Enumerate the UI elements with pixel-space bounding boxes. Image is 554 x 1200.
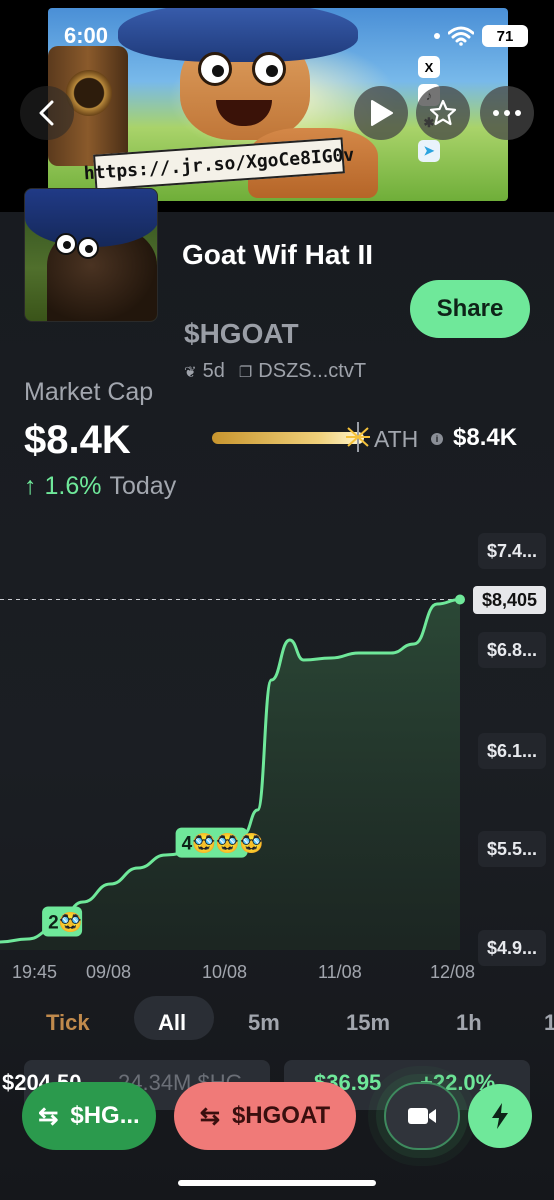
more-dots-icon	[493, 110, 521, 116]
x-tick-label: 11/08	[318, 962, 362, 982]
home-indicator	[178, 1180, 376, 1186]
interval-1h[interactable]: 1h	[456, 1010, 482, 1036]
back-button[interactable]	[20, 86, 74, 140]
market-cap-change: ↑ 1.6% Today	[24, 472, 176, 501]
signal-icon	[434, 33, 440, 39]
sell-label: $HGOAT	[231, 1102, 331, 1129]
y-tick-label: $4.9...	[477, 930, 546, 966]
x-icon: X	[418, 56, 440, 78]
banner-goat-eye-left	[198, 52, 232, 86]
current-price-label: $8,405	[472, 586, 546, 614]
x-tick-label: 09/08	[86, 962, 132, 982]
y-tick-label: $7.4...	[477, 533, 546, 569]
token-avatar	[24, 188, 158, 322]
change-value: 1.6%	[44, 472, 102, 500]
chart-trade-marker[interactable]: 2🥸	[42, 906, 82, 937]
token-address[interactable]: DSZS...ctvT	[258, 360, 366, 383]
x-tick-label: 12/08	[430, 962, 476, 982]
play-button[interactable]	[354, 86, 408, 140]
ath-progress-bar	[212, 432, 364, 444]
swap-icon: ⇆	[199, 1102, 220, 1130]
status-right-group: 71	[434, 22, 528, 50]
favorite-button[interactable]	[416, 86, 470, 140]
info-icon[interactable]: i	[431, 433, 443, 445]
buy-label: $HG...	[70, 1102, 140, 1129]
market-cap-label: Market Cap	[24, 378, 154, 406]
copy-icon: ❐	[238, 363, 253, 381]
y-tick-label: $6.8...	[477, 632, 546, 668]
banner-goat-eye-right	[252, 52, 286, 86]
avatar-eye-right	[77, 237, 99, 259]
avatar-eye-left	[55, 233, 77, 255]
arrow-up-icon: ↑	[24, 472, 37, 500]
interval-tick[interactable]: Tick	[46, 1010, 90, 1036]
ath-value: $8.4K	[453, 424, 518, 451]
wifi-icon	[448, 26, 474, 46]
interval-all[interactable]: All	[158, 1010, 186, 1036]
trade-marker-label: 4🥸🥸🥸	[182, 833, 264, 855]
interval-selector: Tick All 5m 15m 1h 1	[0, 996, 554, 1040]
share-button[interactable]: Share	[410, 280, 530, 338]
x-tick-label: 19:45	[12, 962, 58, 982]
sparkle-icon	[346, 422, 370, 452]
quick-buy-button[interactable]	[468, 1084, 532, 1148]
sell-button[interactable]: ⇆ $HGOAT	[174, 1082, 356, 1150]
y-tick-label: $6.1...	[477, 733, 546, 769]
sprout-icon: ❦	[184, 363, 197, 381]
buy-button[interactable]: ⇆ $HG...	[22, 1082, 156, 1150]
change-period: Today	[109, 472, 177, 500]
camera-button[interactable]	[384, 1082, 460, 1150]
interval-5m[interactable]: 5m	[248, 1010, 280, 1036]
x-tick-label: 10/08	[202, 962, 248, 982]
ath-label: ATH	[374, 426, 419, 452]
battery-icon: 71	[482, 25, 528, 47]
trade-marker-label: 2🥸	[48, 912, 82, 934]
y-tick-label: $5.5...	[477, 831, 546, 867]
chevron-left-icon	[39, 100, 54, 126]
video-camera-icon	[408, 1108, 436, 1124]
swap-icon: ⇆	[38, 1102, 59, 1130]
price-chart[interactable]: 2🥸 4🥸🥸🥸	[0, 530, 554, 990]
token-meta: ❦ 5d ❐ DSZS...ctvT	[184, 360, 366, 383]
interval-more[interactable]: 1	[544, 1010, 554, 1036]
market-cap-value: $8.4K	[24, 418, 131, 462]
star-icon	[429, 99, 457, 126]
current-price-dot	[455, 594, 465, 605]
play-icon	[371, 100, 393, 126]
lightning-icon	[492, 1103, 508, 1129]
banner-goat-hat	[118, 8, 358, 62]
status-time: 6:00	[64, 23, 109, 48]
token-ticker: $HGOAT	[184, 318, 299, 349]
token-age: 5d	[202, 360, 225, 382]
battery-level: 71	[496, 27, 514, 45]
interval-15m[interactable]: 15m	[346, 1010, 390, 1036]
telegram-icon: ➤	[418, 140, 440, 162]
more-options-button[interactable]	[480, 86, 534, 140]
token-name: Goat Wif Hat II	[182, 239, 374, 270]
